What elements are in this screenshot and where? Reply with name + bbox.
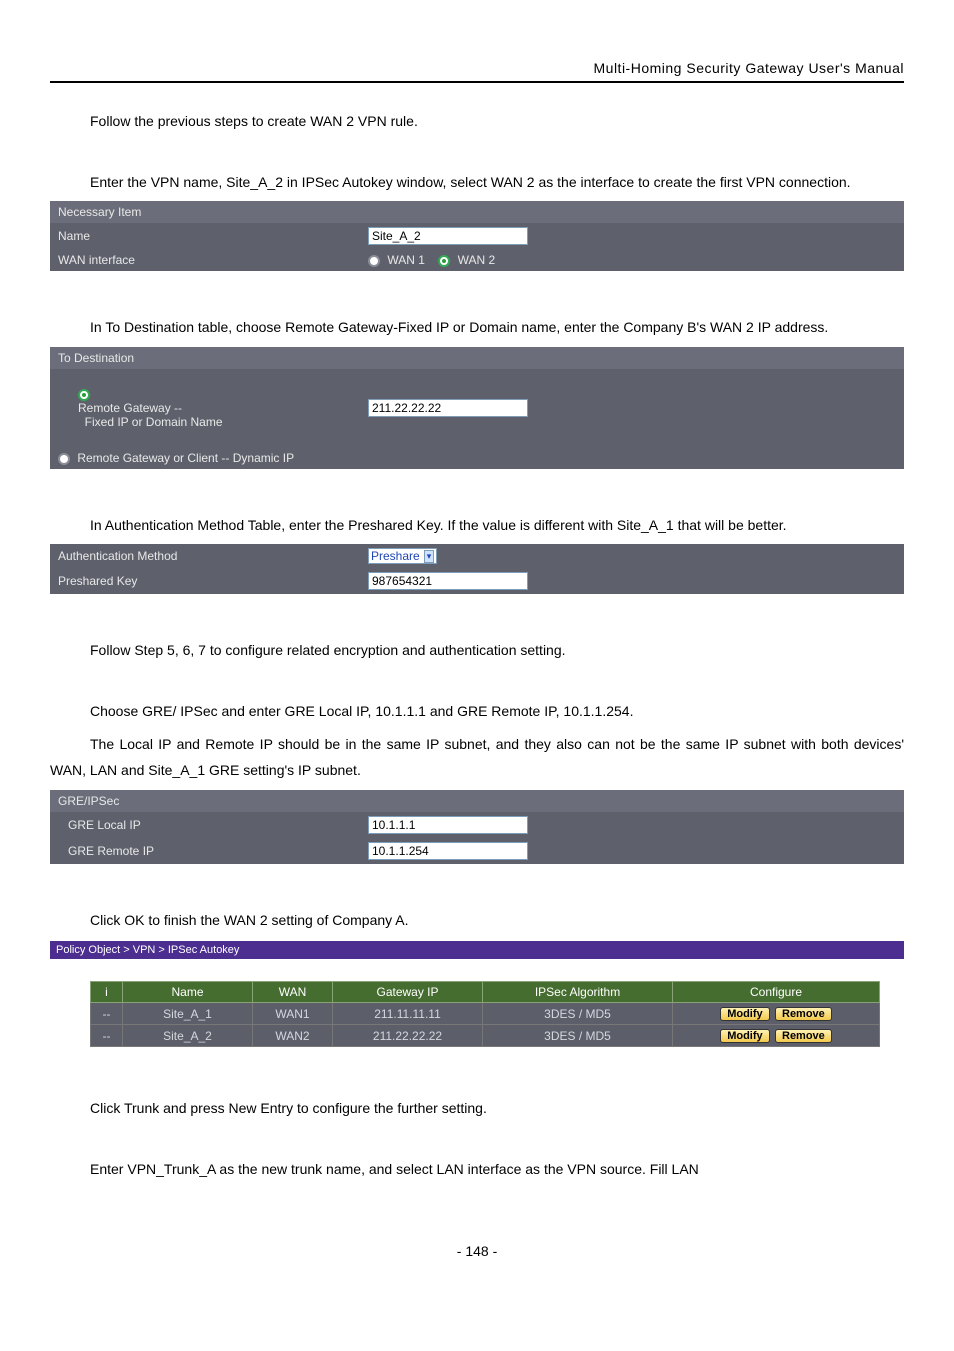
paragraph-1: Follow the previous steps to create WAN … [50, 108, 904, 135]
auth-method-label: Authentication Method [50, 544, 360, 568]
paragraph-6: Choose GRE/ IPSec and enter GRE Local IP… [50, 698, 904, 725]
to-destination-panel: To Destination Remote Gateway -- Fixed I… [50, 347, 904, 469]
wan1-radio[interactable] [368, 255, 380, 267]
col-i: i [91, 982, 123, 1003]
psk-label: Preshared Key [50, 568, 360, 594]
to-destination-header: To Destination [50, 347, 904, 369]
remote-fixed-row[interactable]: Remote Gateway -- Fixed IP or Domain Nam… [50, 369, 360, 447]
remote-fixed-label: Remote Gateway -- Fixed IP or Domain Nam… [58, 401, 223, 429]
necessary-item-panel: Necessary Item Name Site_A_2 WAN interfa… [50, 201, 904, 271]
page-header: Multi-Homing Security Gateway User's Man… [594, 60, 905, 76]
row1-gw: 211.22.22.22 [333, 1025, 483, 1047]
gre-local-label: GRE Local IP [50, 812, 360, 838]
paragraph-10: Enter VPN_Trunk_A as the new trunk name,… [50, 1156, 904, 1183]
header-rule [50, 81, 904, 83]
paragraph-2: Enter the VPN name, Site_A_2 in IPSec Au… [50, 169, 904, 196]
page-number: - 148 - [50, 1243, 904, 1259]
row1-wan: WAN2 [253, 1025, 333, 1047]
row0-name: Site_A_1 [123, 1003, 253, 1025]
gre-ipsec-panel: GRE/IPSec GRE Local IP 10.1.1.1 GRE Remo… [50, 790, 904, 864]
table-row: -- Site_A_1 WAN1 211.11.11.11 3DES / MD5… [91, 1003, 880, 1025]
necessary-item-header: Necessary Item [50, 201, 904, 223]
wan2-radio[interactable] [438, 255, 450, 267]
remote-fixed-input[interactable]: 211.22.22.22 [368, 399, 528, 417]
paragraph-9: Click Trunk and press New Entry to confi… [50, 1095, 904, 1122]
row0-gw: 211.11.11.11 [333, 1003, 483, 1025]
row0-alg: 3DES / MD5 [483, 1003, 673, 1025]
wan2-label: WAN 2 [458, 253, 496, 267]
modify-button[interactable]: Modify [720, 1007, 769, 1021]
col-alg: IPSec Algorithm [483, 982, 673, 1003]
name-input[interactable]: Site_A_2 [368, 227, 528, 245]
remote-dynamic-radio[interactable] [58, 453, 70, 465]
paragraph-8: Click OK to finish the WAN 2 setting of … [50, 907, 904, 934]
row1-name: Site_A_2 [123, 1025, 253, 1047]
remote-fixed-radio[interactable] [78, 389, 90, 401]
row0-idx: -- [91, 1003, 123, 1025]
modify-button[interactable]: Modify [720, 1029, 769, 1043]
psk-input[interactable]: 987654321 [368, 572, 528, 590]
col-wan: WAN [253, 982, 333, 1003]
col-configure: Configure [673, 982, 880, 1003]
paragraph-3: In To Destination table, choose Remote G… [50, 314, 904, 341]
col-name: Name [123, 982, 253, 1003]
remove-button[interactable]: Remove [775, 1029, 832, 1043]
paragraph-4: In Authentication Method Table, enter th… [50, 512, 904, 539]
authentication-panel: Authentication Method Preshare ▾ Preshar… [50, 544, 904, 594]
name-label: Name [50, 223, 360, 249]
breadcrumb: Policy Object > VPN > IPSec Autokey [50, 941, 904, 959]
paragraph-7: The Local IP and Remote IP should be in … [50, 731, 904, 784]
chevron-down-icon: ▾ [424, 550, 435, 563]
row1-idx: -- [91, 1025, 123, 1047]
auth-method-value: Preshare [371, 549, 420, 563]
row1-alg: 3DES / MD5 [483, 1025, 673, 1047]
paragraph-5: Follow Step 5, 6, 7 to configure related… [50, 637, 904, 664]
col-gw: Gateway IP [333, 982, 483, 1003]
remote-dynamic-label: Remote Gateway or Client -- Dynamic IP [77, 451, 294, 465]
gre-ipsec-header: GRE/IPSec [50, 790, 904, 812]
auth-method-select[interactable]: Preshare ▾ [368, 548, 437, 564]
wan-interface-label: WAN interface [50, 249, 360, 271]
remove-button[interactable]: Remove [775, 1007, 832, 1021]
row0-wan: WAN1 [253, 1003, 333, 1025]
remote-dynamic-row[interactable]: Remote Gateway or Client -- Dynamic IP [50, 447, 904, 469]
table-row: -- Site_A_2 WAN2 211.22.22.22 3DES / MD5… [91, 1025, 880, 1047]
autokey-table: i Name WAN Gateway IP IPSec Algorithm Co… [90, 981, 880, 1047]
gre-remote-input[interactable]: 10.1.1.254 [368, 842, 528, 860]
gre-remote-label: GRE Remote IP [50, 838, 360, 864]
gre-local-input[interactable]: 10.1.1.1 [368, 816, 528, 834]
wan1-label: WAN 1 [387, 253, 425, 267]
